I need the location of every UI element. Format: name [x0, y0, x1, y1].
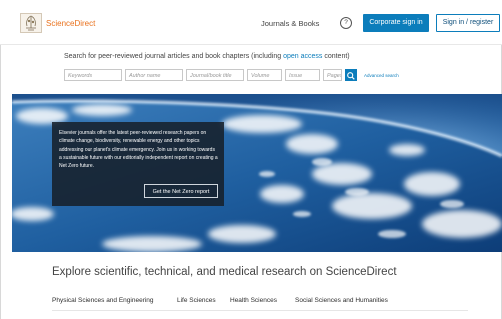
promo-text: Elsevier journals offer the latest peer-…	[59, 130, 218, 170]
pages-input[interactable]: Pages	[323, 69, 342, 81]
advanced-search-link[interactable]: Advanced search	[364, 73, 399, 78]
subject-life-sciences[interactable]: Life Sciences	[177, 297, 216, 304]
volume-input[interactable]: Volume	[247, 69, 282, 81]
search-prompt: Search for peer-reviewed journal article…	[64, 53, 350, 60]
brand-name[interactable]: ScienceDirect	[46, 19, 95, 28]
signin-register-button[interactable]: Sign in / register	[436, 14, 500, 32]
keywords-input[interactable]: Keywords	[64, 69, 122, 81]
subject-health-sciences[interactable]: Health Sciences	[230, 297, 277, 304]
subject-physical-sciences[interactable]: Physical Sciences and Engineering	[52, 297, 154, 304]
search-prompt-end: content)	[322, 53, 350, 60]
author-input[interactable]: Author name	[125, 69, 183, 81]
journals-books-link[interactable]: Journals & Books	[261, 19, 319, 28]
journal-title-input[interactable]: Journal/book title	[186, 69, 244, 81]
site-header: ScienceDirect Journals & Books ? Corpora…	[0, 0, 502, 45]
open-access-link[interactable]: open access	[283, 53, 322, 60]
hero-banner: Elsevier journals offer the latest peer-…	[12, 94, 502, 252]
search-icon	[347, 72, 355, 80]
elsevier-logo-icon[interactable]	[20, 13, 42, 33]
subject-divider	[52, 310, 468, 311]
corporate-signin-button[interactable]: Corporate sign in	[363, 14, 429, 32]
net-zero-report-button[interactable]: Get the Net Zero report	[144, 184, 218, 198]
search-prompt-start: Search for peer-reviewed journal article…	[64, 53, 284, 60]
explore-heading: Explore scientific, technical, and medic…	[52, 266, 397, 278]
issue-input[interactable]: Issue	[285, 69, 320, 81]
left-border	[0, 0, 1, 319]
net-zero-promo: Elsevier journals offer the latest peer-…	[52, 122, 224, 206]
help-icon[interactable]: ?	[340, 17, 352, 29]
search-button[interactable]	[345, 69, 357, 81]
subject-social-sciences[interactable]: Social Sciences and Humanities	[295, 297, 388, 304]
